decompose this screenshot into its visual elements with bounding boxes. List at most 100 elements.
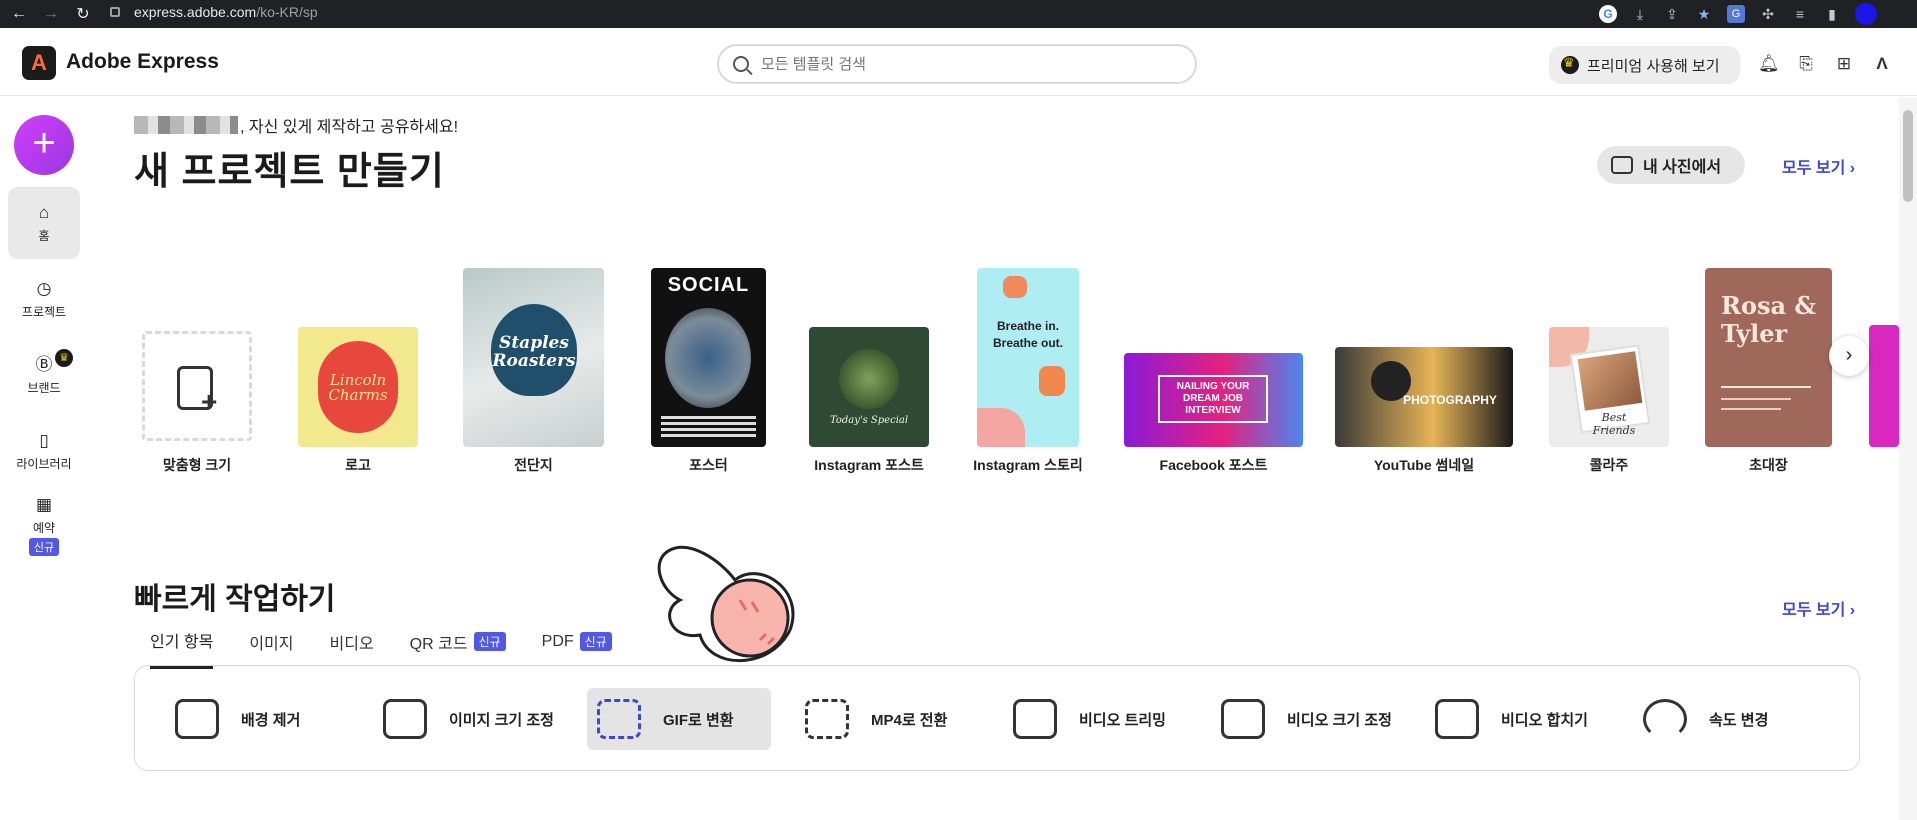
reload-icon[interactable]: ↻: [70, 4, 96, 24]
brand-name[interactable]: Adobe Express: [66, 50, 219, 74]
playlist-icon[interactable]: ≡: [1791, 5, 1809, 23]
template-card[interactable]: Staples Roasters: [463, 268, 604, 447]
lock-icon: [110, 7, 120, 17]
sidebar-label: 프로젝트: [21, 305, 67, 319]
bookmark-star-icon[interactable]: ★: [1695, 5, 1713, 23]
quick-action-convert-gif[interactable]: GIF로 변환: [587, 688, 771, 750]
quick-action-change-speed[interactable]: 속도 변경: [1633, 688, 1823, 750]
forward-icon[interactable]: →: [38, 5, 64, 23]
address-bar[interactable]: express.adobe.com/ko-KR/sp: [110, 0, 1590, 24]
new-badge: 신규: [473, 632, 506, 651]
resize-video-icon: [1221, 699, 1265, 739]
download-icon[interactable]: ⤓: [1631, 5, 1649, 23]
template-card[interactable]: Breathe in. Breathe out.: [977, 268, 1079, 447]
template-label: YouTube 썸네일: [1373, 457, 1475, 473]
apps-grid-icon[interactable]: ⊞: [1834, 54, 1854, 74]
quick-action-resize-image[interactable]: 이미지 크기 조정: [373, 688, 563, 750]
template-label: Instagram 스토리: [973, 457, 1083, 473]
quick-action-trim-video[interactable]: 비디오 트리밍: [1003, 688, 1193, 750]
tab-video[interactable]: 비디오: [330, 628, 374, 669]
collage-sample-text: Best Friends: [1592, 411, 1636, 437]
crown-icon: [1561, 55, 1579, 74]
template-card[interactable]: NAILING YOUR DREAM JOB INTERVIEW: [1124, 353, 1303, 447]
translate-extension-icon[interactable]: G: [1727, 5, 1745, 23]
quick-action-label: 속도 변경: [1709, 711, 1769, 729]
adobe-icon[interactable]: Λ: [1872, 54, 1892, 74]
tab-label: 비디오: [329, 635, 374, 653]
tab-popular[interactable]: 인기 항목: [150, 628, 214, 669]
template-card[interactable]: PHOTOGRAPHY: [1335, 347, 1513, 447]
puzzle-icon[interactable]: ✣: [1759, 5, 1777, 23]
sidebar-label: 라이브러리: [16, 457, 72, 471]
search-input[interactable]: [761, 55, 1161, 73]
back-icon[interactable]: ←: [6, 5, 32, 23]
left-sidebar: + ⌂ 홈 ◷ 프로젝트 Ⓑ ♛ 브랜드 ▯ 라이브러리 ▦ 예약 신규: [0, 97, 88, 820]
gif-icon: [597, 699, 641, 739]
quick-action-label: 이미지 크기 조정: [449, 711, 554, 729]
adobe-express-logo-icon[interactable]: [22, 46, 56, 80]
quick-action-resize-video[interactable]: 비디오 크기 조정: [1211, 688, 1411, 750]
template-label: 전단지: [514, 457, 553, 473]
sidebar-item-schedule[interactable]: ▦ 예약 신규: [8, 495, 80, 556]
scrollbar-track[interactable]: [1899, 97, 1917, 820]
template-card[interactable]: Lincoln Charms: [298, 327, 418, 447]
scrollbar-thumb[interactable]: [1903, 110, 1913, 202]
template-label: Instagram 포스트: [814, 457, 924, 473]
sidebar-item-brand[interactable]: Ⓑ ♛ 브랜드: [8, 349, 80, 396]
bell-icon[interactable]: 🔔︎: [1758, 54, 1780, 74]
template-card[interactable]: +: [142, 331, 252, 441]
create-button[interactable]: +: [14, 115, 74, 175]
template-search[interactable]: [717, 44, 1197, 84]
resize-image-icon: [383, 699, 427, 739]
template-card[interactable]: SOCIAL: [651, 268, 766, 447]
learn-icon[interactable]: ⎘: [1796, 54, 1816, 74]
premium-label: 프리미엄 사용해 보기: [1587, 57, 1720, 75]
sidebar-item-libraries[interactable]: ▯ 라이브러리: [8, 431, 80, 472]
tab-label: 인기 항목: [150, 634, 214, 651]
quick-action-remove-background[interactable]: 배경 제거: [165, 688, 355, 750]
quick-action-merge-videos[interactable]: 비디오 합치기: [1425, 688, 1615, 750]
mp4-icon: [805, 699, 849, 739]
template-card[interactable]: Today's Special: [809, 327, 929, 447]
file-icon: ◷: [36, 279, 52, 298]
google-icon[interactable]: G: [1599, 5, 1617, 23]
quick-action-convert-mp4[interactable]: MP4로 전환: [795, 688, 985, 750]
sidebar-label: 홈: [38, 229, 50, 243]
tab-pdf[interactable]: PDF 신규: [542, 628, 612, 669]
greeting-text: , 자신 있게 제작하고 공유하세요!: [240, 119, 459, 136]
post-sample-text: Today's Special: [829, 415, 909, 426]
see-all-quick-actions-link[interactable]: 모두 보기 ›: [1782, 596, 1855, 620]
quick-action-label: MP4로 전환: [871, 711, 948, 729]
search-icon: [733, 56, 749, 72]
merge-videos-icon: [1435, 699, 1479, 739]
template-card[interactable]: Best Friends: [1549, 327, 1669, 447]
tab-label: QR 코드: [409, 635, 468, 653]
quick-action-tabs: 인기 항목 이미지 비디오 QR 코드 신규 PDF 신규: [150, 628, 612, 669]
from-my-photos-button[interactable]: 내 사진에서: [1597, 146, 1745, 184]
tab-qr-code[interactable]: QR 코드 신규: [410, 628, 506, 669]
side-panel-icon[interactable]: ▮: [1823, 5, 1841, 23]
quick-action-label: 비디오 합치기: [1501, 711, 1588, 729]
template-card[interactable]: Rosa & Tyler: [1705, 268, 1832, 447]
browser-toolbar: ← → ↻ express.adobe.com/ko-KR/sp G ⤓ ⇪ ★…: [0, 0, 1917, 28]
header-icons: 🔔︎ ⎘ ⊞ Λ: [1758, 54, 1892, 74]
peach-sticker-icon: [657, 545, 795, 663]
facebook-sample-text: NAILING YOUR DREAM JOB INTERVIEW: [1176, 381, 1250, 416]
tab-image[interactable]: 이미지: [249, 628, 293, 669]
share-icon[interactable]: ⇪: [1663, 5, 1681, 23]
brand-icon: Ⓑ: [35, 355, 53, 374]
premium-trial-button[interactable]: 프리미엄 사용해 보기: [1549, 46, 1740, 84]
quick-action-label: GIF로 변환: [663, 711, 734, 729]
template-card[interactable]: [1869, 325, 1899, 447]
sidebar-item-home[interactable]: ⌂ 홈: [8, 187, 80, 259]
image-icon: [175, 699, 219, 739]
carousel-next-button[interactable]: ›: [1829, 336, 1869, 376]
home-icon: ⌂: [38, 203, 50, 222]
see-all-templates-link[interactable]: 모두 보기 ›: [1782, 154, 1855, 178]
sidebar-item-projects[interactable]: ◷ 프로젝트: [8, 279, 80, 320]
page-title: 새 프로젝트 만들기: [134, 151, 445, 193]
quick-actions-title: 빠르게 작업하기: [134, 583, 336, 616]
profile-avatar[interactable]: [1855, 3, 1877, 25]
invitation-sample-text: Rosa & Tyler: [1721, 291, 1817, 348]
logo-sample-text: Lincoln Charms: [328, 371, 388, 404]
